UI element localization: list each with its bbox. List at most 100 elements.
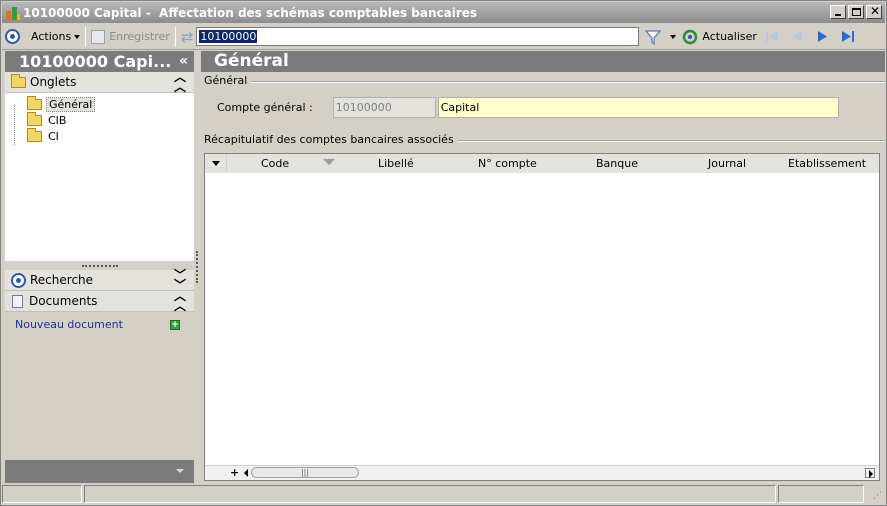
app-window: 10100000 Capital - Affectation des schém… [0,0,887,506]
scroll-thumb[interactable]: ||| [251,467,359,478]
status-cell [84,485,776,503]
main-panel: Général Général Compte général : 1010000… [201,51,885,483]
close-button[interactable]: ✕ [866,4,882,19]
maximize-icon [852,8,861,16]
menu-button[interactable] [2,26,23,48]
toolbar: Actions Enregistrer ⇄ 10100000 Actualise… [2,24,885,50]
menu-circle-icon [5,29,20,44]
first-record-icon[interactable] [764,28,781,45]
sync-icon: ⇄ [180,27,194,46]
bank-accounts-grid[interactable]: Code Libellé N° compte Banque Journal Et… [204,153,880,481]
actions-button[interactable]: Actions [23,26,83,48]
record-id-value: 10100000 [199,30,258,43]
status-bar: ⋰ [2,485,885,504]
add-document-icon[interactable]: + [170,320,180,330]
save-button[interactable]: Enregistrer [88,26,173,48]
tab-ci[interactable]: CI [5,127,194,144]
horizontal-scrollbar[interactable]: + ||| [205,465,879,480]
add-row-icon[interactable]: + [230,466,239,479]
page-title: Général [201,51,885,72]
title-bar[interactable]: 10100000 Capital - Affectation des schém… [2,2,885,23]
section-recap: Récapitulatif des comptes bancaires asso… [201,133,885,147]
column-banque[interactable]: Banque [596,157,638,170]
chevron-down-icon [176,469,184,473]
collapse-panel-icon[interactable]: « [179,51,188,72]
chevron-up-icon[interactable]: ︿ ︿ [174,290,186,312]
compte-general-field: Compte général : 10100000 Capital [217,97,839,118]
left-panel-header: 10100000 Capi... « [5,51,194,72]
folder-icon [27,111,42,126]
refresh-label: Actualiser [702,30,757,43]
search-group-label: Recherche [30,273,94,287]
documents-area: Nouveau document + [5,312,194,446]
chevron-down-icon[interactable]: ﹀ ﹀ [174,269,186,291]
tabs-tree: Général CIB CI [5,93,194,261]
close-icon: ✕ [870,4,881,18]
left-panel-footer[interactable] [5,460,194,483]
new-document-link[interactable]: Nouveau document [15,318,123,331]
save-icon [91,29,106,44]
last-record-icon[interactable] [839,28,856,45]
column-code[interactable]: Code [261,157,289,170]
status-cell [2,485,82,503]
resize-grip-icon[interactable]: ⋰ [866,485,884,503]
toolbar-separator [174,26,176,47]
grid-header: Code Libellé N° compte Banque Journal Et… [205,153,879,173]
section-general-label: Général [204,74,252,87]
search-group-icon [11,272,26,288]
column-etablissement[interactable]: Etablissement [788,157,866,170]
tabs-group-label: Onglets [30,75,77,89]
tab-label: CIB [48,113,67,127]
minimize-button[interactable] [830,5,846,19]
grid-columns: Code Libellé N° compte Banque Journal Et… [227,153,879,173]
section-general: Général [201,74,885,88]
document-icon [12,294,23,308]
tabs-group-header[interactable]: Onglets ︿ ︿ [5,71,194,93]
tab-label: Général [46,96,96,112]
chevron-down-icon [212,160,220,166]
folder-icon [27,127,42,142]
chevron-down-icon [74,34,81,39]
column-libelle[interactable]: Libellé [378,157,414,170]
record-id-input[interactable]: 10100000 [196,27,640,46]
minimize-icon [835,14,841,16]
chevron-down-icon [670,34,677,39]
vertical-splitter[interactable] [196,251,198,283]
toolbar-separator [85,26,87,47]
filter-dropdown[interactable] [664,26,679,48]
status-cell [778,485,864,503]
refresh-button[interactable]: Actualiser [679,26,760,48]
scroll-left-icon[interactable] [244,469,248,477]
folder-icon [11,73,26,88]
next-record-icon[interactable] [814,28,831,45]
compte-general-label: Compte général : [217,101,313,114]
grid-menu-button[interactable] [205,153,227,173]
app-icon [5,5,21,21]
window-title: 10100000 Capital - Affectation des schém… [23,5,478,20]
left-panel: 10100000 Capi... « Onglets ︿ ︿ Général CI… [5,51,194,483]
save-label: Enregistrer [109,30,170,43]
previous-record-icon[interactable] [789,28,806,45]
search-group-header[interactable]: Recherche ﹀ ﹀ [5,269,194,291]
actions-label: Actions [31,30,72,43]
tab-label: CI [48,129,59,143]
section-recap-label: Récapitulatif des comptes bancaires asso… [204,133,458,146]
column-numero-compte[interactable]: N° compte [478,157,537,170]
compte-general-input[interactable]: 10100000 [332,97,436,118]
panel-splitter[interactable] [5,261,194,270]
compte-libelle-input[interactable]: Capital [437,97,839,118]
filter-icon [645,29,662,45]
tab-general[interactable]: Général [5,95,194,112]
sort-icon[interactable] [323,158,335,165]
column-journal[interactable]: Journal [708,157,746,170]
open-folder-icon [27,95,42,110]
tab-cib[interactable]: CIB [5,111,194,128]
sync-button[interactable]: ⇄ [178,26,197,48]
maximize-button[interactable] [848,5,864,19]
documents-group-label: Documents [29,294,98,308]
documents-group-header[interactable]: Documents ︿ ︿ [5,290,194,312]
chevron-up-icon[interactable]: ︿ ︿ [174,71,186,93]
filter-button[interactable] [639,26,664,48]
refresh-icon [683,29,698,44]
scroll-right-button[interactable] [865,468,875,478]
